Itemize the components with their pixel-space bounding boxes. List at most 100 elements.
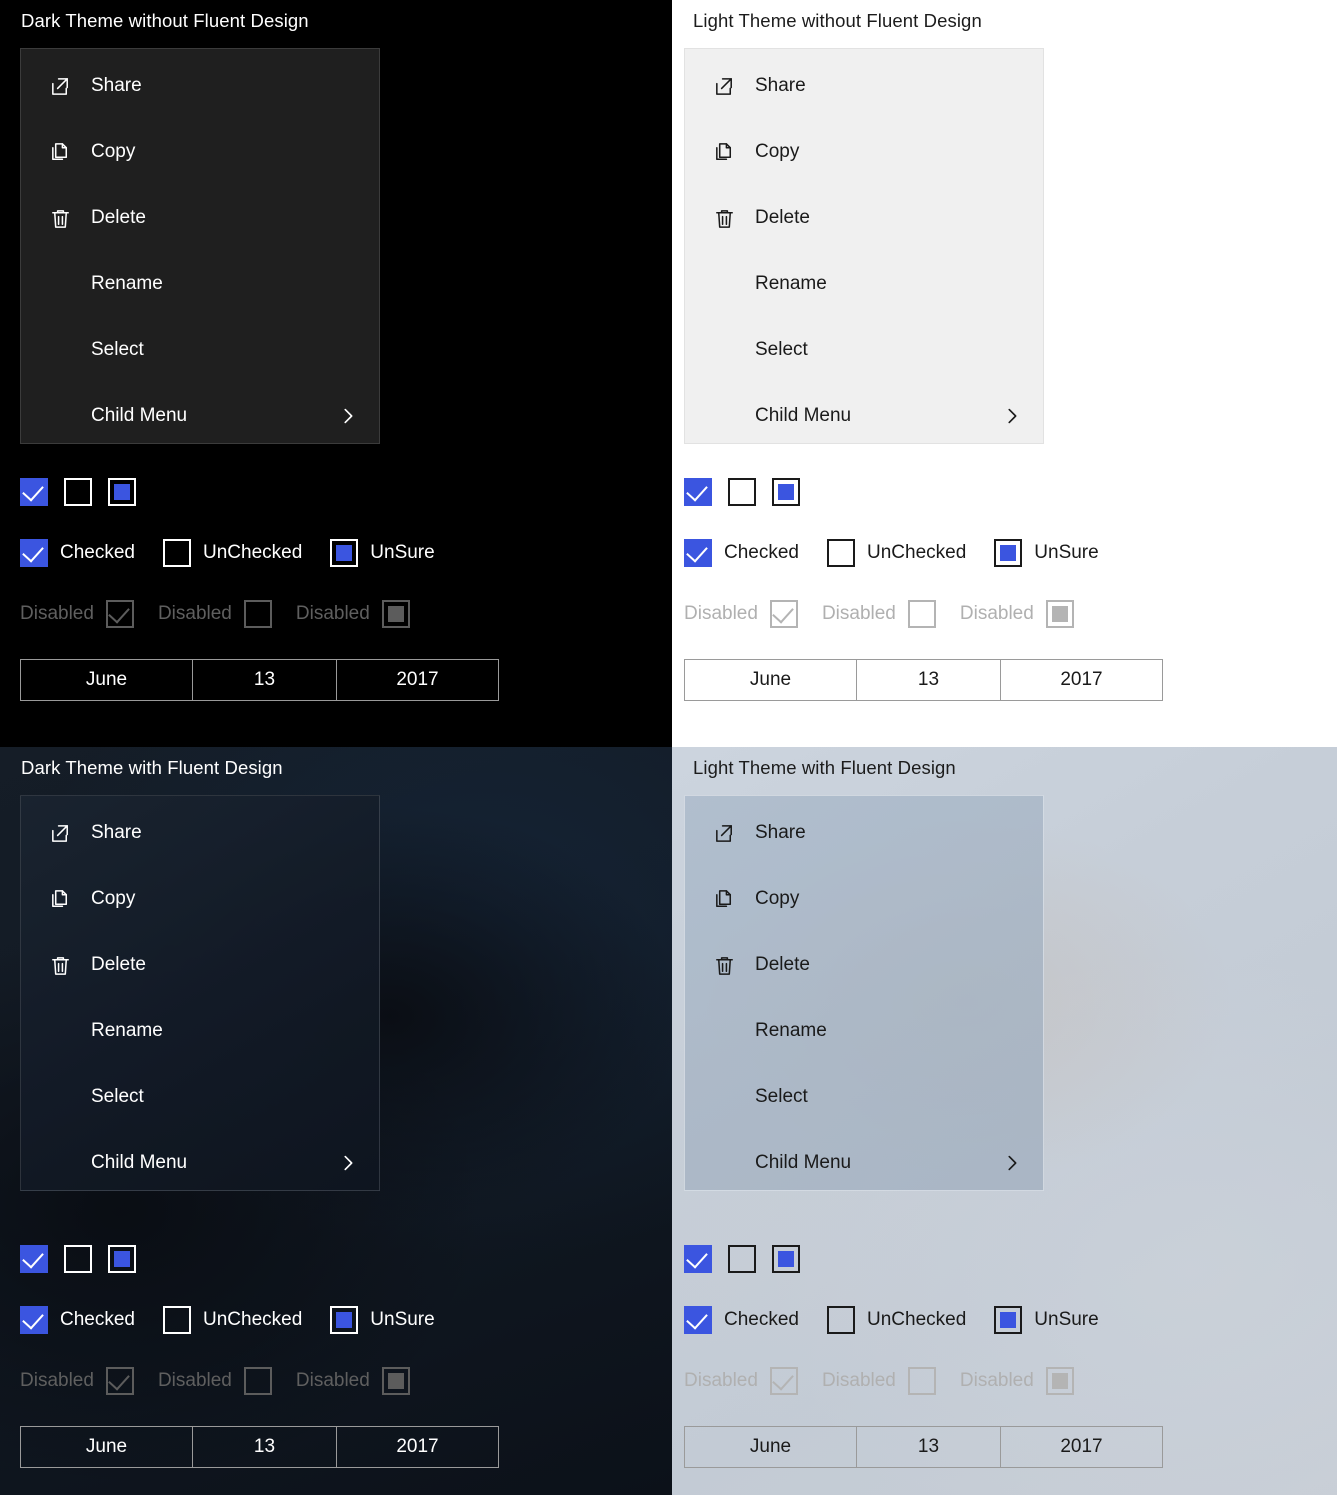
checkbox-unchecked[interactable] <box>827 539 855 567</box>
panel-title: Dark Theme with Fluent Design <box>21 757 283 778</box>
checkbox-item-unsure[interactable]: UnSure <box>330 539 435 567</box>
checkbox-item-checked[interactable]: Checked <box>684 1306 799 1334</box>
checkbox-item-unsure[interactable]: UnSure <box>994 1306 1099 1334</box>
date-picker-year[interactable]: 2017 <box>1001 660 1162 700</box>
checkbox-unchecked[interactable] <box>728 1245 756 1273</box>
checkbox-item-disabled-checked: Disabled <box>20 600 134 628</box>
date-picker-day[interactable]: 13 <box>193 1427 337 1467</box>
checkbox-indeterminate[interactable] <box>108 1245 136 1273</box>
date-picker-year[interactable]: 2017 <box>337 660 498 700</box>
checkbox-indeterminate[interactable] <box>994 1306 1023 1334</box>
menu-item-copy[interactable]: Copy <box>685 866 1043 932</box>
menu-item-child-menu[interactable]: Child Menu <box>685 1130 1043 1196</box>
checkbox-item-unchecked[interactable]: UnChecked <box>163 1306 302 1334</box>
share-icon <box>47 73 73 99</box>
checkbox-label: Disabled <box>20 603 94 624</box>
checkbox-item-unchecked[interactable]: UnChecked <box>163 539 302 567</box>
chevron-right-icon <box>1001 1152 1023 1174</box>
menu-item-select[interactable]: Select <box>685 317 1043 383</box>
checkbox-unchecked[interactable] <box>64 478 92 506</box>
context-menu[interactable]: Share Copy Delete Rename Select Child Me… <box>684 795 1044 1191</box>
checkbox-indeterminate[interactable] <box>994 539 1023 567</box>
menu-item-delete[interactable]: Delete <box>21 932 379 998</box>
menu-item-share[interactable]: Share <box>21 800 379 866</box>
checkbox-checked[interactable] <box>684 478 712 506</box>
checkbox-item-disabled-unsure: Disabled <box>296 600 410 628</box>
checkbox-checked[interactable] <box>20 1245 48 1273</box>
checkbox-unchecked[interactable] <box>728 478 756 506</box>
menu-item-rename[interactable]: Rename <box>21 251 379 317</box>
checkbox-item-unsure[interactable]: UnSure <box>994 539 1099 567</box>
menu-item-delete[interactable]: Delete <box>685 932 1043 998</box>
date-picker[interactable]: June 13 2017 <box>684 659 1163 701</box>
checkbox-unchecked[interactable] <box>163 1306 191 1334</box>
menu-item-copy[interactable]: Copy <box>21 119 379 185</box>
checkbox-label: UnChecked <box>867 1309 967 1330</box>
date-picker[interactable]: June 13 2017 <box>20 659 499 701</box>
menu-item-child-menu[interactable]: Child Menu <box>21 383 379 449</box>
context-menu[interactable]: Share Copy Delete Rename Select Child Me… <box>20 48 380 444</box>
menu-item-label: Rename <box>91 273 163 294</box>
checkbox-checked[interactable] <box>20 539 48 567</box>
date-picker-month[interactable]: June <box>21 660 193 700</box>
date-picker[interactable]: June 13 2017 <box>684 1426 1163 1468</box>
checkbox-checked[interactable] <box>20 1306 48 1334</box>
checkbox-checked[interactable] <box>684 1245 712 1273</box>
menu-item-child-menu[interactable]: Child Menu <box>685 383 1043 449</box>
menu-item-label: Delete <box>91 954 146 975</box>
checkbox-item-checked[interactable]: Checked <box>684 539 799 567</box>
checkbox-label: Disabled <box>684 603 758 624</box>
copy-icon <box>711 886 737 912</box>
checkbox-indeterminate[interactable] <box>108 478 136 506</box>
date-picker-month[interactable]: June <box>685 1427 857 1467</box>
menu-item-share[interactable]: Share <box>685 53 1043 119</box>
checkbox-disabled-unchecked <box>907 1367 936 1395</box>
checkbox-checked[interactable] <box>684 539 712 567</box>
checkbox-checked[interactable] <box>684 1306 712 1334</box>
date-picker-year[interactable]: 2017 <box>337 1427 498 1467</box>
date-picker-day[interactable]: 13 <box>857 1427 1001 1467</box>
checkbox-indeterminate[interactable] <box>330 539 359 567</box>
checkbox-item-unchecked[interactable]: UnChecked <box>827 1306 966 1334</box>
context-menu[interactable]: Share Copy Delete Rename Select Child Me… <box>684 48 1044 444</box>
checkbox-indeterminate[interactable] <box>330 1306 359 1334</box>
checkbox-checked[interactable] <box>20 478 48 506</box>
menu-item-child-menu[interactable]: Child Menu <box>21 1130 379 1196</box>
menu-item-select[interactable]: Select <box>685 1064 1043 1130</box>
checkbox-item-checked[interactable]: Checked <box>20 539 135 567</box>
checkbox-item-checked[interactable]: Checked <box>20 1306 135 1334</box>
checkbox-unchecked[interactable] <box>827 1306 855 1334</box>
menu-item-copy[interactable]: Copy <box>21 866 379 932</box>
menu-item-delete[interactable]: Delete <box>685 185 1043 251</box>
checkbox-row-compact <box>684 1245 800 1273</box>
checkbox-unchecked[interactable] <box>163 539 191 567</box>
menu-item-select[interactable]: Select <box>21 317 379 383</box>
date-picker-year[interactable]: 2017 <box>1001 1427 1162 1467</box>
menu-item-share[interactable]: Share <box>21 53 379 119</box>
date-picker-day[interactable]: 13 <box>193 660 337 700</box>
menu-item-rename[interactable]: Rename <box>685 998 1043 1064</box>
date-picker-month[interactable]: June <box>685 660 857 700</box>
menu-item-select[interactable]: Select <box>21 1064 379 1130</box>
chevron-right-icon <box>1001 405 1023 427</box>
checkbox-item-unsure[interactable]: UnSure <box>330 1306 435 1334</box>
menu-item-delete[interactable]: Delete <box>21 185 379 251</box>
menu-item-label: Share <box>755 75 806 96</box>
checkbox-item-unchecked[interactable]: UnChecked <box>827 539 966 567</box>
menu-item-share[interactable]: Share <box>685 800 1043 866</box>
date-picker[interactable]: June 13 2017 <box>20 1426 499 1468</box>
menu-item-rename[interactable]: Rename <box>685 251 1043 317</box>
checkbox-indeterminate[interactable] <box>772 1245 800 1273</box>
date-picker-month[interactable]: June <box>21 1427 193 1467</box>
panel-title: Dark Theme without Fluent Design <box>21 10 309 31</box>
checkbox-disabled-checked <box>769 1367 798 1395</box>
date-picker-day[interactable]: 13 <box>857 660 1001 700</box>
menu-item-copy[interactable]: Copy <box>685 119 1043 185</box>
context-menu[interactable]: Share Copy Delete Rename Select Child Me… <box>20 795 380 1191</box>
checkbox-disabled-unchecked <box>907 600 936 628</box>
checkbox-unchecked[interactable] <box>64 1245 92 1273</box>
checkbox-label: UnSure <box>1034 1309 1099 1330</box>
checkbox-indeterminate[interactable] <box>772 478 800 506</box>
menu-item-label: Child Menu <box>755 405 852 426</box>
menu-item-rename[interactable]: Rename <box>21 998 379 1064</box>
